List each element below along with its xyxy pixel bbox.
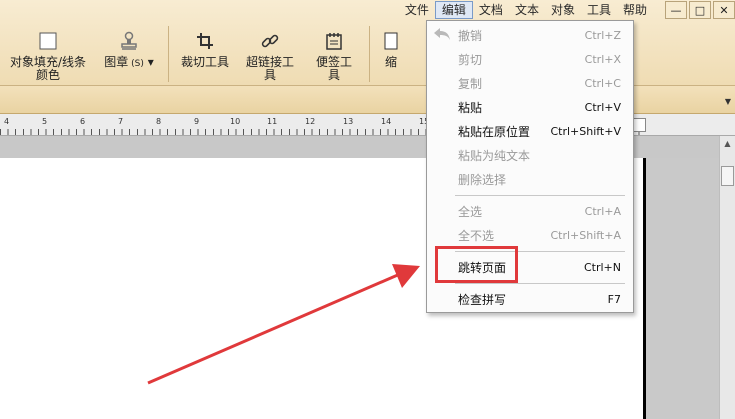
menu-object[interactable]: 对象 (545, 1, 581, 19)
ruler-label: 4 (4, 117, 10, 126)
menu-document[interactable]: 文档 (473, 1, 509, 19)
toolbar-expand-icon[interactable]: ▼ (725, 97, 731, 106)
ruler-label: 8 (156, 117, 162, 126)
ruler-label: 14 (381, 117, 392, 126)
ruler-label: 7 (118, 117, 124, 126)
menu-select-all[interactable]: 全选 Ctrl+A (427, 200, 633, 222)
menu-delete-selection[interactable]: 删除选择 (427, 168, 633, 190)
hyperlink-label: 超链接工具 (245, 55, 294, 82)
main-toolbar: 对象填充/线条颜色 图章 (S) ▾ 裁切工具 超链接工具 便签工具 缩 (0, 24, 406, 84)
ruler-label: 9 (194, 117, 200, 126)
hyperlink-tool[interactable]: 超链接工具 (235, 24, 305, 82)
note-icon (323, 30, 345, 52)
scroll-up-icon[interactable]: ▲ (720, 136, 735, 152)
zoom-tool[interactable]: 缩 (376, 24, 406, 69)
menubar: 文件 编辑 文档 文本 对象 工具 帮助 — □ ✕ (399, 0, 735, 20)
ruler-label: 10 (230, 117, 241, 126)
stamp-dropdown-arrow[interactable]: ▾ (148, 55, 154, 69)
menu-deselect-all[interactable]: 全不选 Ctrl+Shift+A (427, 224, 633, 246)
scroll-thumb[interactable] (721, 166, 734, 186)
ruler-label: 12 (305, 117, 316, 126)
menu-cut[interactable]: 剪切 Ctrl+X (427, 48, 633, 70)
ruler-label: 11 (267, 117, 278, 126)
stamp-icon (118, 30, 140, 52)
stamp-label: 图章 (S) ▾ (104, 55, 154, 70)
crop-icon (194, 30, 216, 52)
menu-separator (455, 283, 625, 284)
crop-label: 裁切工具 (181, 55, 230, 69)
ruler-label: 6 (80, 117, 86, 126)
menu-text[interactable]: 文本 (509, 1, 545, 19)
link-icon (259, 30, 281, 52)
crop-tool[interactable]: 裁切工具 (175, 24, 235, 69)
highlight-box (435, 246, 518, 283)
menu-paste-plain-text[interactable]: 粘贴为纯文本 (427, 144, 633, 166)
fill-color-label: 对象填充/线条颜色 (9, 55, 87, 82)
ruler-label: 13 (343, 117, 354, 126)
menu-spell-check[interactable]: 检查拼写 F7 (427, 288, 633, 310)
toolbar-divider (369, 26, 370, 82)
stamp-tool[interactable]: 图章 (S) ▾ (96, 24, 162, 71)
ruler-label: 5 (42, 117, 48, 126)
color-swatch-icon (37, 30, 59, 52)
page-icon (380, 30, 402, 52)
menu-file[interactable]: 文件 (399, 1, 435, 19)
menu-paste[interactable]: 粘贴 Ctrl+V (427, 96, 633, 118)
menu-separator (455, 195, 625, 196)
maximize-button[interactable]: □ (689, 1, 711, 19)
minimize-button[interactable]: — (665, 1, 687, 19)
menu-undo[interactable]: 撤销 Ctrl+Z (427, 24, 633, 46)
vertical-scrollbar[interactable]: ▲ (719, 136, 735, 419)
close-button[interactable]: ✕ (713, 1, 735, 19)
note-tool[interactable]: 便签工具 (305, 24, 363, 82)
menu-help[interactable]: 帮助 (617, 1, 653, 19)
note-label: 便签工具 (315, 55, 352, 82)
menu-copy[interactable]: 复制 Ctrl+C (427, 72, 633, 94)
menu-edit[interactable]: 编辑 (434, 1, 473, 19)
toolbar-divider (168, 26, 169, 82)
fill-color-tool[interactable]: 对象填充/线条颜色 (0, 24, 96, 82)
zoom-label: 缩 (384, 55, 397, 69)
menu-paste-in-place[interactable]: 粘贴在原位置 Ctrl+Shift+V (427, 120, 633, 142)
menu-tools[interactable]: 工具 (581, 1, 617, 19)
